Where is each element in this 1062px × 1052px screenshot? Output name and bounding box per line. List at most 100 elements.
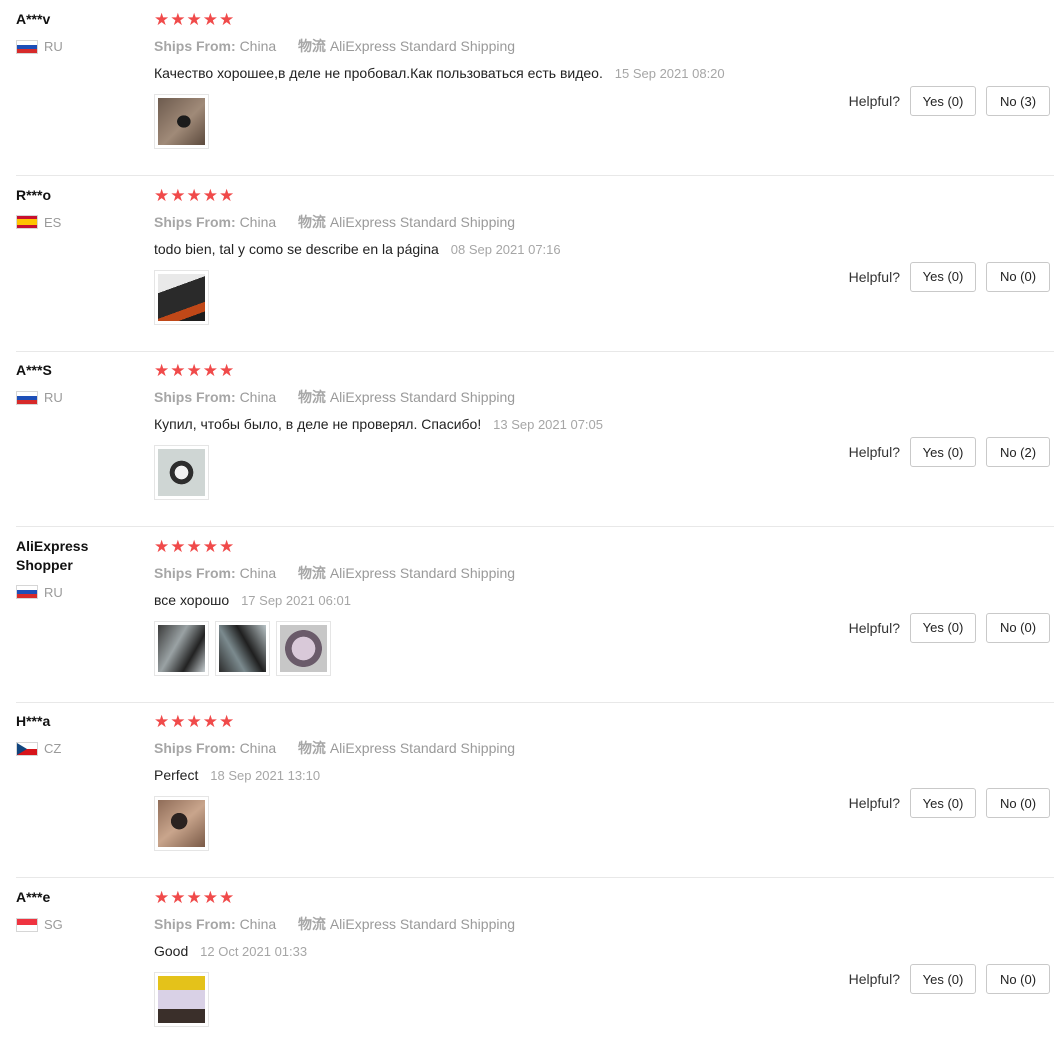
country-code: SG [44, 917, 63, 932]
star-rating: ★★★★★ [154, 361, 236, 381]
helpful-yes-button[interactable]: Yes (0) [910, 86, 976, 116]
shipping-info: Ships From: China 物流 AliExpress Standard… [154, 914, 1062, 934]
ships-from-value: China [239, 213, 277, 230]
review-comment: Perfect 18 Sep 2021 13:10 [154, 765, 1062, 786]
reviewer-info: R***o ES [16, 186, 136, 230]
review-content: ★★★★★ Ships From: China 物流 AliExpress St… [154, 361, 1062, 501]
review-text: Perfect [154, 767, 199, 784]
helpful-no-button[interactable]: No (0) [986, 261, 1050, 292]
review-date: 15 Sep 2021 08:20 [614, 66, 725, 81]
shipping-info: Ships From: China 物流 AliExpress Standard… [154, 738, 1062, 758]
ships-from-value: China [239, 564, 277, 581]
logistics-label: 物流 [297, 564, 326, 581]
country-flag-icon [16, 390, 38, 405]
country-flag-icon [16, 585, 38, 600]
country-flag-icon [16, 917, 38, 932]
review-photo-thumbnail[interactable] [154, 972, 209, 1027]
country-code: ES [44, 214, 62, 230]
review-content: ★★★★★ Ships From: China 物流 AliExpress St… [154, 10, 1062, 149]
logistics-value: AliExpress Standard Shipping [329, 740, 516, 757]
review-comment: Купил, чтобы было, в деле не проверял. С… [154, 414, 1062, 435]
helpful-vote: Helpful? Yes (0) No (0) [848, 788, 1050, 819]
country-code: RU [44, 39, 63, 54]
ships-from-value: China [239, 389, 277, 406]
helpful-vote: Helpful? Yes (0) No (0) [848, 261, 1050, 292]
helpful-yes-button[interactable]: Yes (0) [910, 261, 976, 292]
reviewer-country: ES [16, 215, 136, 230]
country-flag-icon [16, 215, 38, 230]
country-code: CZ [44, 741, 62, 757]
reviewer-country: RU [16, 390, 136, 405]
reviewer-country: RU [16, 585, 136, 600]
review-photo-thumbnail[interactable] [215, 620, 270, 676]
star-rating: ★★★★★ [154, 185, 236, 205]
review-text: все хорошо [154, 591, 230, 608]
star-rating: ★★★★★ [154, 712, 236, 732]
shipping-info: Ships From: China 物流 AliExpress Standard… [154, 36, 1062, 56]
review-photo-thumbnail[interactable] [276, 620, 331, 676]
helpful-yes-button[interactable]: Yes (0) [910, 964, 976, 994]
reviewer-name: A***e [16, 889, 51, 905]
review-item: H***a CZ ★★★★★ Ships From: China 物流 AliE… [0, 702, 1062, 879]
logistics-value: AliExpress Standard Shipping [329, 389, 516, 406]
star-rating: ★★★★★ [154, 10, 236, 29]
helpful-no-button[interactable]: No (3) [986, 86, 1050, 116]
helpful-label: Helpful? [848, 444, 900, 461]
reviewer-country: SG [16, 917, 136, 932]
review-item: A***e SG ★★★★★ Ships From: China 物流 AliE… [0, 878, 1062, 1052]
logistics-label: 物流 [297, 740, 326, 757]
review-date: 08 Sep 2021 07:16 [450, 241, 561, 257]
review-text: Купил, чтобы было, в деле не проверял. С… [154, 416, 482, 433]
review-comment: Good 12 Oct 2021 01:33 [154, 941, 1062, 962]
review-text: todo bien, tal y como se describe en la … [154, 240, 439, 257]
helpful-vote: Helpful? Yes (0) No (0) [848, 612, 1050, 643]
helpful-yes-button[interactable]: Yes (0) [910, 437, 976, 468]
helpful-vote: Helpful? Yes (0) No (3) [849, 86, 1050, 116]
country-code: RU [44, 390, 63, 406]
reviewer-info: A***v RU [16, 10, 136, 54]
review-text: Качество хорошее,в деле не пробовал.Как … [154, 65, 603, 81]
helpful-yes-button[interactable]: Yes (0) [910, 612, 976, 643]
review-photo-thumbnail[interactable] [154, 269, 209, 325]
country-flag-icon [16, 741, 38, 756]
review-photo-thumbnail[interactable] [154, 620, 209, 676]
review-item: A***S RU ★★★★★ Ships From: China 物流 AliE… [0, 351, 1062, 528]
reviewer-country: RU [16, 39, 136, 54]
review-date: 18 Sep 2021 13:10 [210, 768, 321, 784]
helpful-no-button[interactable]: No (0) [986, 612, 1050, 643]
review-content: ★★★★★ Ships From: China 物流 AliExpress St… [154, 186, 1062, 325]
review-content: ★★★★★ Ships From: China 物流 AliExpress St… [154, 888, 1062, 1027]
helpful-label: Helpful? [848, 795, 900, 812]
review-comment: все хорошо 17 Sep 2021 06:01 [154, 590, 1062, 611]
reviewer-info: A***e SG [16, 888, 136, 932]
ships-from-label: Ships From: [154, 564, 236, 581]
review-photo-thumbnail[interactable] [154, 445, 209, 501]
review-date: 12 Oct 2021 01:33 [200, 944, 308, 959]
reviewer-name: R***o [16, 186, 52, 203]
reviewer-info: H***a CZ [16, 712, 136, 756]
helpful-label: Helpful? [848, 268, 900, 285]
reviewer-country: CZ [16, 741, 136, 756]
logistics-label: 物流 [297, 38, 326, 54]
ships-from-label: Ships From: [154, 916, 236, 932]
helpful-yes-button[interactable]: Yes (0) [910, 788, 976, 819]
star-rating: ★★★★★ [154, 536, 236, 556]
reviewer-info: A***S RU [16, 361, 136, 405]
shipping-info: Ships From: China 物流 AliExpress Standard… [154, 387, 1062, 407]
ships-from-value: China [239, 38, 277, 54]
ships-from-label: Ships From: [154, 740, 236, 757]
helpful-no-button[interactable]: No (0) [986, 788, 1050, 819]
helpful-no-button[interactable]: No (0) [986, 964, 1050, 994]
review-date: 17 Sep 2021 06:01 [241, 592, 351, 608]
review-comment: Качество хорошее,в деле не пробовал.Как … [154, 63, 1062, 84]
ships-from-label: Ships From: [154, 389, 236, 406]
review-photo-thumbnail[interactable] [154, 796, 209, 852]
helpful-label: Helpful? [848, 619, 900, 636]
helpful-label: Helpful? [848, 93, 900, 109]
reviewer-name: A***v [16, 11, 51, 27]
review-item: AliExpress Shopper RU ★★★★★ Ships From: … [0, 527, 1062, 703]
review-text: Good [154, 943, 189, 959]
review-photo-thumbnail[interactable] [154, 94, 209, 149]
reviewer-info: AliExpress Shopper RU [16, 537, 136, 600]
helpful-no-button[interactable]: No (2) [986, 437, 1050, 468]
